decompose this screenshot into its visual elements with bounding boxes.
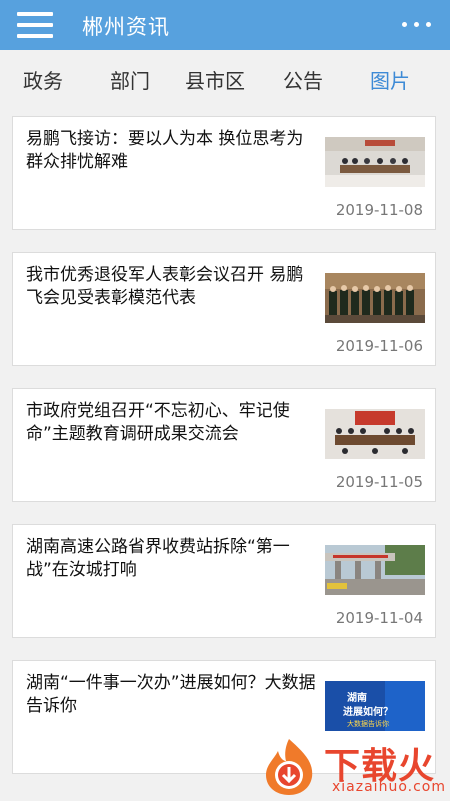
article-thumbnail: 湖南 进展如何？ 大数据告诉你 <box>325 681 425 731</box>
article-thumbnail <box>325 273 425 323</box>
category-tabs: 政务 部门 县市区 公告 图片 <box>0 50 450 104</box>
more-options-icon[interactable] <box>402 12 432 36</box>
tab-pictures[interactable]: 图片 <box>370 65 410 94</box>
article-thumbnail <box>325 409 425 459</box>
svg-text:进展如何？: 进展如何？ <box>343 705 393 718</box>
article-title: 我市优秀退役军人表彰会议召开 易鹏飞会见受表彰模范代表 <box>26 265 304 308</box>
tab-departments[interactable]: 部门 <box>110 65 150 94</box>
article-card-2[interactable]: 我市优秀退役军人表彰会议召开 易鹏飞会见受表彰模范代表 2019-11-06 <box>12 252 436 366</box>
svg-text:湖南: 湖南 <box>347 691 367 704</box>
article-date: 2019-11-06 <box>335 337 423 355</box>
app-title: 郴州资讯 <box>82 15 170 39</box>
article-card-3[interactable]: 市政府党组召开“不忘初心、牢记使命”主题教育调研成果交流会 2019-11-05 <box>12 388 436 502</box>
article-title: 市政府党组召开“不忘初心、牢记使命”主题教育调研成果交流会 <box>26 401 290 444</box>
tab-announcements[interactable]: 公告 <box>283 65 323 94</box>
article-card-4[interactable]: 湖南高速公路省界收费站拆除“第一战”在汝城打响 2019-11-04 <box>12 524 436 638</box>
article-thumbnail <box>325 137 425 187</box>
article-date: 2019-11-05 <box>335 473 423 491</box>
app-header: 郴州资讯 <box>0 0 450 50</box>
tab-government[interactable]: 政务 <box>23 65 63 94</box>
logo-url: xiazaihuo.com <box>332 779 446 795</box>
article-date: 2019-11-04 <box>335 609 423 627</box>
watermark-logo: 下载火 xiazaihuo.com <box>262 735 450 800</box>
flame-logo-icon <box>262 737 317 797</box>
svg-text:大数据告诉你: 大数据告诉你 <box>347 719 389 728</box>
hamburger-menu-icon[interactable] <box>17 12 53 38</box>
article-title: 湖南“一件事一次办”进展如何？大数据告诉你 <box>26 673 316 716</box>
article-card-1[interactable]: 易鹏飞接访：要以人为本 换位思考为群众排忧解难 2019-11-08 <box>12 116 436 230</box>
article-title: 易鹏飞接访：要以人为本 换位思考为群众排忧解难 <box>26 129 304 172</box>
article-title: 湖南高速公路省界收费站拆除“第一战”在汝城打响 <box>26 537 290 580</box>
tab-counties[interactable]: 县市区 <box>185 65 245 94</box>
article-thumbnail <box>325 545 425 595</box>
article-date: 2019-11-08 <box>335 201 423 219</box>
